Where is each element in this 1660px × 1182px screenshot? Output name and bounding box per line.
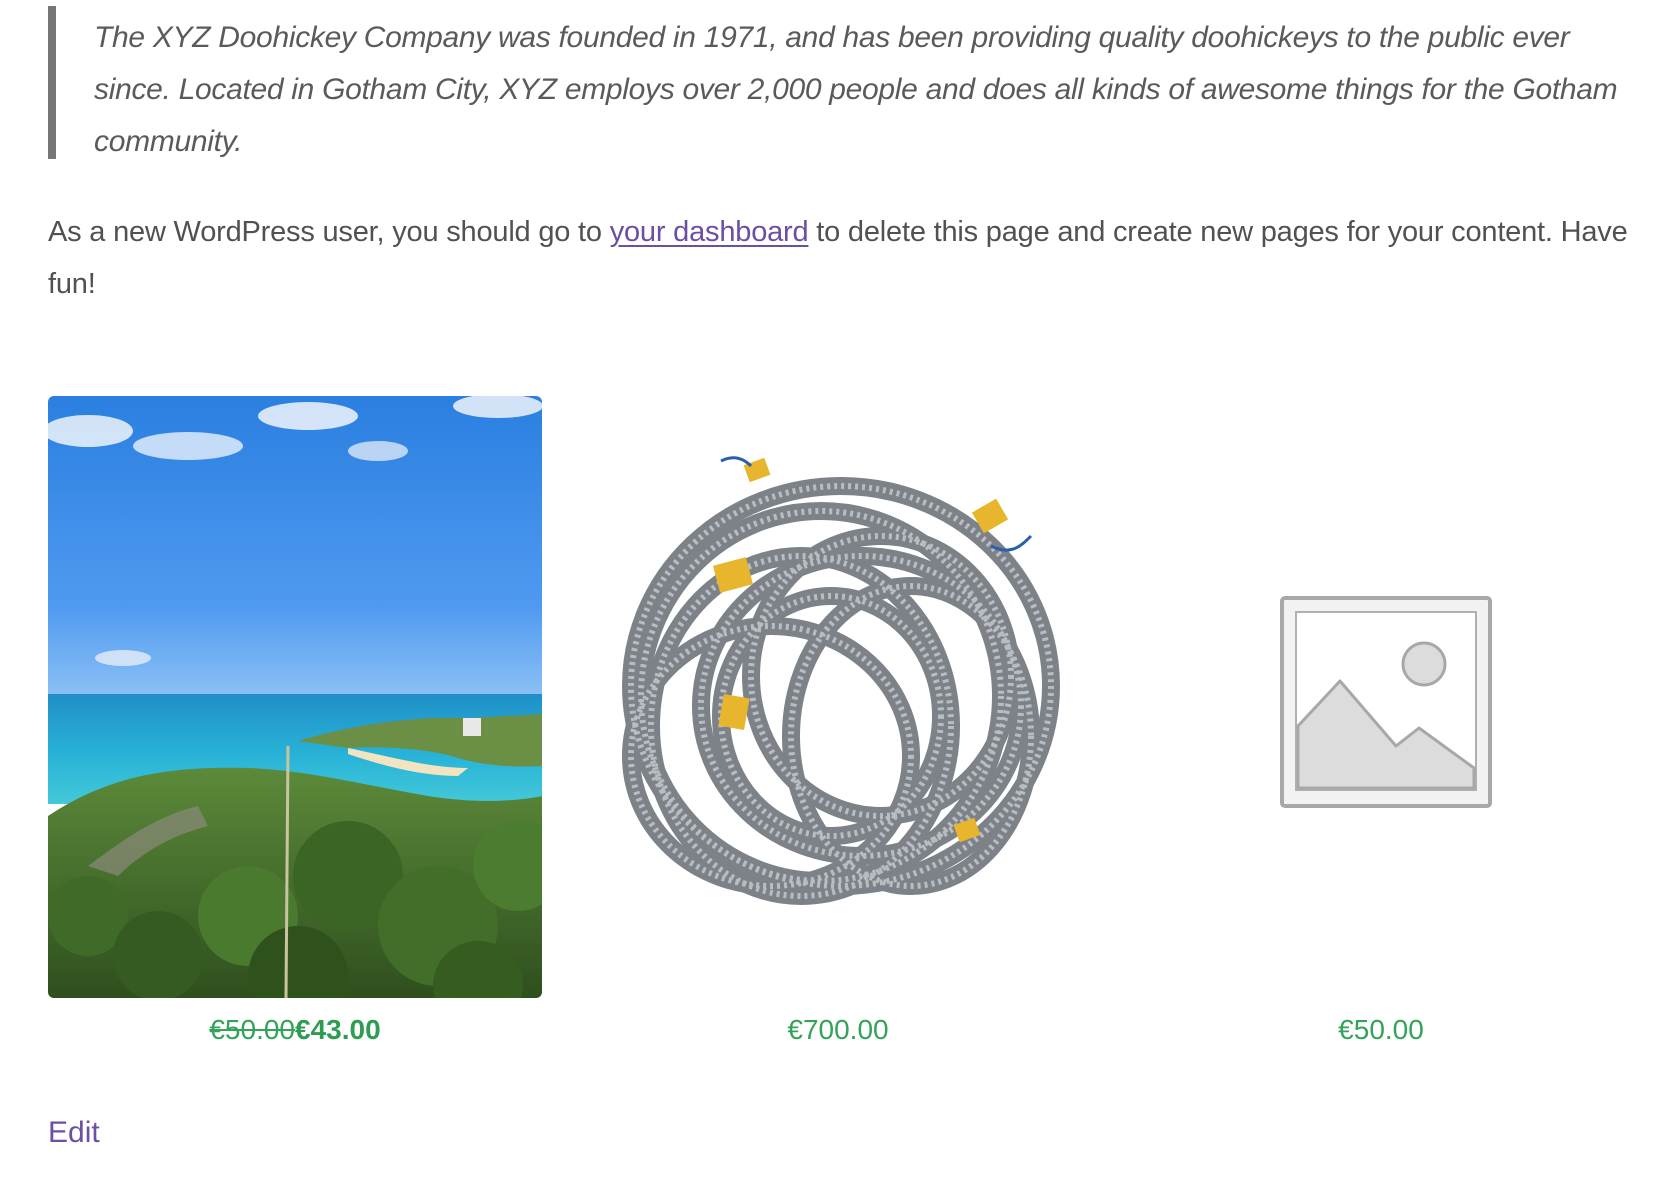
dashboard-link[interactable]: your dashboard [610, 216, 809, 248]
product-price: €50.00 [1338, 1014, 1424, 1045]
product-item: €50.00 [1134, 396, 1628, 1056]
edit-link[interactable]: Edit [48, 1116, 100, 1150]
product-image-link[interactable] [1134, 396, 1628, 998]
coiled-metal-conduit-photo [591, 396, 1085, 998]
intro-text-before: As a new WordPress user, you should go t… [48, 216, 610, 248]
placeholder-image-icon [1134, 396, 1628, 998]
blockquote: The XYZ Doohickey Company was founded in… [48, 6, 1628, 159]
blockquote-text: The XYZ Doohickey Company was founded in… [94, 21, 1618, 158]
sale-price: €43.00 [295, 1014, 381, 1045]
product-image-link[interactable] [591, 396, 1085, 998]
coastal-landscape-photo [48, 396, 542, 998]
product-item: €50.00€43.00 [48, 396, 542, 1056]
product-grid: €50.00€43.00 €700.00 €50.00 [48, 396, 1628, 1056]
product-item: €700.00 [591, 396, 1085, 1056]
product-image-link[interactable] [48, 396, 542, 998]
product-price: €50.00€43.00 [48, 1014, 542, 1046]
product-price: €700.00 [787, 1014, 889, 1045]
regular-price: €50.00 [209, 1014, 295, 1045]
intro-paragraph: As a new WordPress user, you should go t… [48, 206, 1628, 310]
